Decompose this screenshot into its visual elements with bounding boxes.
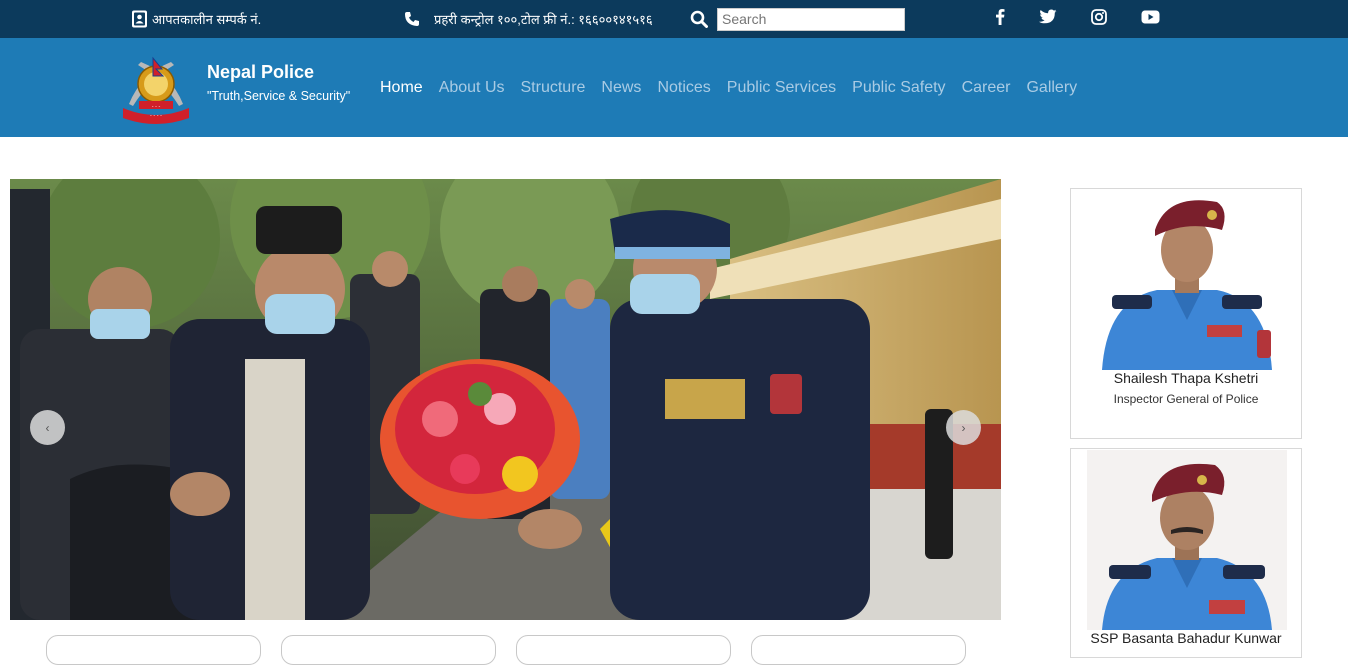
carousel-prev-button[interactable]: ‹ bbox=[30, 410, 65, 445]
nav-item-news[interactable]: News bbox=[601, 79, 641, 97]
chevron-right-icon: › bbox=[961, 420, 966, 435]
facebook-link[interactable] bbox=[988, 0, 1012, 38]
nav-item-home[interactable]: Home bbox=[380, 79, 423, 97]
officer-photo bbox=[1087, 450, 1287, 630]
officer-card-igp[interactable]: Shailesh Thapa Kshetri Inspector General… bbox=[1070, 188, 1302, 439]
nav-item-structure[interactable]: Structure bbox=[521, 79, 586, 97]
search-icon[interactable] bbox=[690, 10, 708, 28]
main-menu: Home About Us Structure News Notices Pub… bbox=[380, 38, 1093, 137]
svg-text:- - -: - - - bbox=[152, 104, 161, 110]
nav-item-gallery[interactable]: Gallery bbox=[1026, 79, 1077, 97]
police-control-label: प्रहरी कन्ट्रोल १००,टोल फ्री नं.: १६६००१… bbox=[434, 12, 653, 27]
officer-title: Inspector General of Police bbox=[1113, 392, 1259, 406]
chevron-left-icon: ‹ bbox=[45, 420, 50, 435]
nav-item-public-safety[interactable]: Public Safety bbox=[852, 79, 945, 97]
instagram-icon bbox=[1091, 8, 1107, 30]
instagram-link[interactable] bbox=[1087, 0, 1111, 38]
youtube-link[interactable] bbox=[1138, 0, 1162, 38]
quick-link-card-1[interactable] bbox=[46, 635, 261, 665]
brand-name[interactable]: Nepal Police bbox=[207, 62, 314, 83]
police-control-contact[interactable]: प्रहरी कन्ट्रोल १००,टोल फ्री नं.: १६६००१… bbox=[404, 0, 653, 38]
officer-card-ssp[interactable]: SSP Basanta Bahadur Kunwar bbox=[1070, 448, 1302, 658]
phonebook-icon bbox=[131, 10, 148, 28]
nav-item-public-services[interactable]: Public Services bbox=[727, 79, 836, 97]
youtube-icon bbox=[1141, 10, 1160, 29]
nepal-police-logo[interactable]: - - - - - - - bbox=[119, 52, 193, 124]
top-bar: आपतकालीन सम्पर्क नं. प्रहरी कन्ट्रोल १००… bbox=[0, 0, 1348, 38]
quick-link-card-4[interactable] bbox=[751, 635, 966, 665]
phone-icon bbox=[404, 11, 420, 27]
search-input[interactable] bbox=[717, 7, 905, 31]
main-navbar: - - - - - - - Nepal Police "Truth,Servic… bbox=[0, 38, 1348, 137]
emergency-contact[interactable]: आपतकालीन सम्पर्क नं. bbox=[131, 0, 261, 38]
quick-link-card-2[interactable] bbox=[281, 635, 496, 665]
brand-tagline: "Truth,Service & Security" bbox=[207, 89, 351, 103]
facebook-icon bbox=[995, 8, 1005, 30]
nav-item-notices[interactable]: Notices bbox=[657, 79, 710, 97]
emergency-contact-label: आपतकालीन सम्पर्क नं. bbox=[152, 12, 262, 27]
svg-text:- - - -: - - - - bbox=[150, 113, 162, 119]
carousel-next-button[interactable]: › bbox=[946, 410, 981, 445]
hero-carousel[interactable]: ‹ › bbox=[10, 179, 1001, 620]
quick-link-card-3[interactable] bbox=[516, 635, 731, 665]
search-bar bbox=[690, 0, 905, 38]
officer-name: Shailesh Thapa Kshetri bbox=[1113, 370, 1259, 386]
officer-photo bbox=[1087, 190, 1287, 370]
twitter-icon bbox=[1039, 9, 1057, 29]
officer-name: SSP Basanta Bahadur Kunwar bbox=[1090, 630, 1282, 646]
nav-item-career[interactable]: Career bbox=[962, 79, 1011, 97]
nav-item-about-us[interactable]: About Us bbox=[439, 79, 505, 97]
twitter-link[interactable] bbox=[1036, 0, 1060, 38]
hero-slide-image bbox=[10, 179, 1001, 620]
